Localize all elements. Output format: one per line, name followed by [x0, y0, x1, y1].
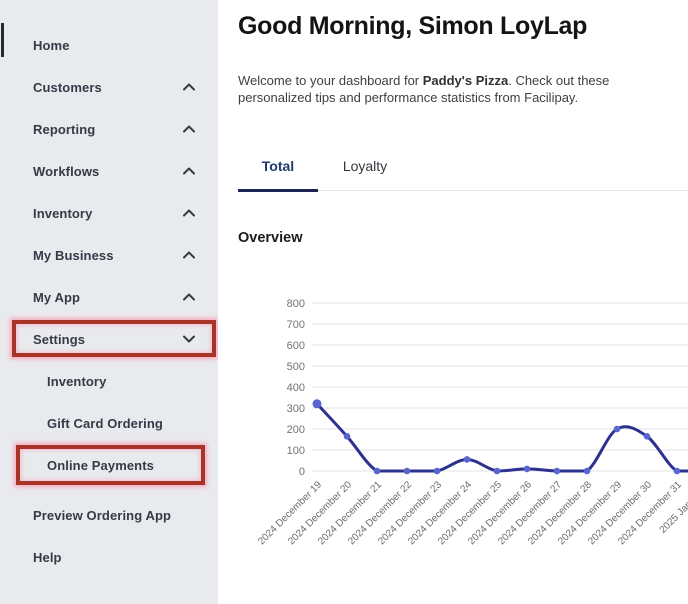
y-axis-tick-label: 500	[287, 361, 305, 373]
chevron-down-icon	[182, 333, 196, 345]
sidebar-item-inventory[interactable]: Inventory	[0, 192, 218, 234]
overview-line-chart: 01002003004005006007008002024 December 1…	[218, 280, 688, 604]
sidebar-item-label: Workflows	[33, 164, 99, 179]
sidebar-nav: Home Customers Reporting Workflows Inventory…	[0, 24, 218, 578]
sidebar-item-workflows[interactable]: Workflows	[0, 150, 218, 192]
sidebar-item-label: Preview Ordering App	[33, 508, 171, 523]
tab-loyalty[interactable]: Loyalty	[325, 150, 405, 190]
tab-bar: Total Loyalty	[238, 150, 688, 191]
y-axis-tick-label: 0	[299, 466, 305, 478]
sidebar-item-help[interactable]: Help	[0, 536, 218, 578]
business-name: Paddy's Pizza	[423, 73, 508, 88]
sidebar-item-label: Settings	[33, 332, 85, 347]
sidebar-item-my-app[interactable]: My App	[0, 276, 218, 318]
y-axis-tick-label: 600	[287, 340, 305, 352]
sidebar-item-label: Gift Card Ordering	[47, 416, 163, 431]
sidebar-item-label: Help	[33, 550, 62, 565]
data-point-marker	[584, 468, 591, 475]
chevron-up-icon	[182, 291, 196, 303]
chevron-up-icon	[182, 81, 196, 93]
data-point-marker	[344, 433, 351, 440]
welcome-text: Welcome to your dashboard for Paddy's Pi…	[238, 72, 640, 106]
data-point-marker	[404, 468, 411, 475]
main-content: Good Morning, Simon LoyLap Welcome to yo…	[218, 0, 688, 604]
chevron-up-icon	[182, 207, 196, 219]
data-point-marker	[464, 456, 471, 463]
dashboard-page: Home Customers Reporting Workflows Inventory…	[0, 0, 688, 604]
sidebar-item-preview-ordering-app[interactable]: Preview Ordering App	[0, 494, 218, 536]
data-point-marker	[644, 433, 651, 440]
data-point-marker	[374, 468, 381, 475]
sidebar-item-label: Online Payments	[47, 458, 154, 473]
data-point-marker	[674, 468, 681, 475]
y-axis-tick-label: 700	[287, 319, 305, 331]
data-point-marker	[524, 466, 531, 473]
chevron-up-icon	[182, 249, 196, 261]
data-point-marker	[494, 468, 501, 475]
data-point-marker	[554, 468, 561, 475]
sidebar-item-my-business[interactable]: My Business	[0, 234, 218, 276]
sidebar-item-label: Inventory	[33, 206, 92, 221]
sidebar-item-label: My App	[33, 290, 80, 305]
data-line	[317, 404, 688, 471]
page-title: Good Morning, Simon LoyLap	[238, 12, 587, 41]
overview-section-title: Overview	[238, 230, 303, 246]
sidebar-item-label: Inventory	[47, 374, 106, 389]
welcome-text-pre: Welcome to your dashboard for	[238, 73, 423, 88]
sidebar-item-customers[interactable]: Customers	[0, 66, 218, 108]
sidebar-item-settings[interactable]: Settings	[0, 318, 218, 360]
chevron-up-icon	[182, 123, 196, 135]
y-axis-tick-label: 100	[287, 445, 305, 457]
sidebar-item-label: Reporting	[33, 122, 95, 137]
chevron-up-icon	[182, 165, 196, 177]
y-axis-tick-label: 200	[287, 424, 305, 436]
sidebar-item-label: Home	[33, 38, 70, 53]
sidebar-item-label: Customers	[33, 80, 102, 95]
sidebar-item-online-payments[interactable]: Online Payments	[0, 444, 218, 486]
sidebar-item-home[interactable]: Home	[0, 24, 218, 66]
y-axis-tick-label: 300	[287, 403, 305, 415]
sidebar-item-gift-card-ordering[interactable]: Gift Card Ordering	[0, 402, 218, 444]
tab-total[interactable]: Total	[238, 150, 318, 190]
data-point-marker	[434, 468, 441, 475]
data-point-marker	[614, 426, 621, 433]
y-axis-tick-label: 400	[287, 382, 305, 394]
sidebar-item-inventory[interactable]: Inventory	[0, 360, 218, 402]
sidebar-item-label: My Business	[33, 248, 114, 263]
data-point-marker	[313, 399, 322, 408]
sidebar-item-reporting[interactable]: Reporting	[0, 108, 218, 150]
sidebar: Home Customers Reporting Workflows Inventory…	[0, 0, 218, 604]
y-axis-tick-label: 800	[287, 298, 305, 310]
